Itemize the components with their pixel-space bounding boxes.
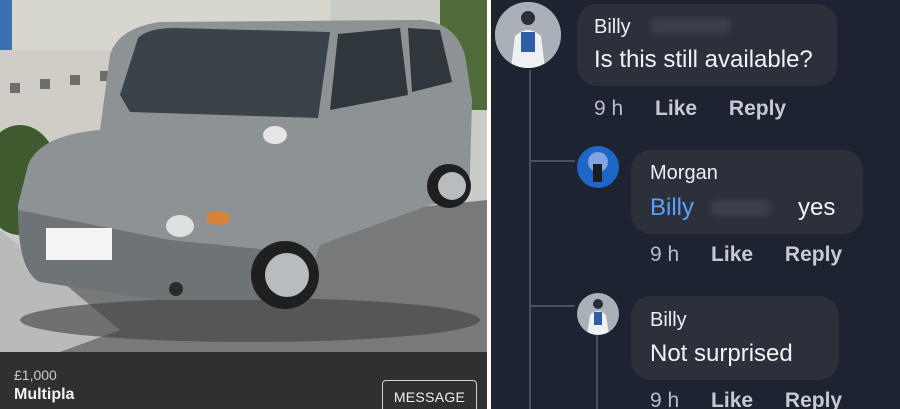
- avatar[interactable]: [577, 293, 619, 335]
- listing-title: Multipla: [14, 386, 75, 403]
- comment-text: Is this still available?: [594, 46, 813, 73]
- comment-author[interactable]: Billy: [594, 16, 631, 39]
- avatar[interactable]: [495, 2, 561, 68]
- mention-link[interactable]: Billy: [650, 194, 694, 221]
- like-button[interactable]: Like: [711, 389, 753, 409]
- comment-time: 9 h: [650, 389, 680, 409]
- redacted-name: [651, 18, 731, 34]
- comment-time: 9 h: [594, 97, 624, 120]
- marketplace-listing: £1,000 Multipla MESSAGE: [0, 0, 487, 409]
- listing-footer: £1,000 Multipla MESSAGE: [0, 352, 487, 409]
- reply-button[interactable]: Reply: [729, 97, 786, 120]
- comment-meta: 9 h Like Reply: [650, 389, 868, 409]
- comment-text: Not surprised: [650, 340, 793, 367]
- comment-thread: Billy Is this still available? 9 h Like …: [491, 0, 900, 409]
- avatar[interactable]: [577, 146, 619, 188]
- listing-price: £1,000: [14, 367, 57, 383]
- reply-button[interactable]: Reply: [785, 389, 842, 409]
- like-button[interactable]: Like: [711, 243, 753, 266]
- thread-branch: [529, 305, 575, 307]
- redacted-name: [711, 200, 771, 216]
- comment-text: Billy: [650, 194, 694, 222]
- thread-line-reply: [596, 335, 598, 409]
- comment-author[interactable]: Billy: [650, 309, 687, 332]
- thread-line: [529, 70, 531, 409]
- message-button[interactable]: MESSAGE: [382, 380, 477, 409]
- comment-meta: 9 h Like Reply: [594, 97, 812, 121]
- reply-button[interactable]: Reply: [785, 243, 842, 266]
- comment-text: yes: [798, 194, 836, 221]
- car-photo[interactable]: [0, 0, 487, 352]
- comment-meta: 9 h Like Reply: [650, 243, 868, 267]
- comment-time: 9 h: [650, 243, 680, 266]
- thread-branch: [529, 160, 575, 162]
- comment-author[interactable]: Morgan: [650, 162, 718, 185]
- like-button[interactable]: Like: [655, 97, 697, 120]
